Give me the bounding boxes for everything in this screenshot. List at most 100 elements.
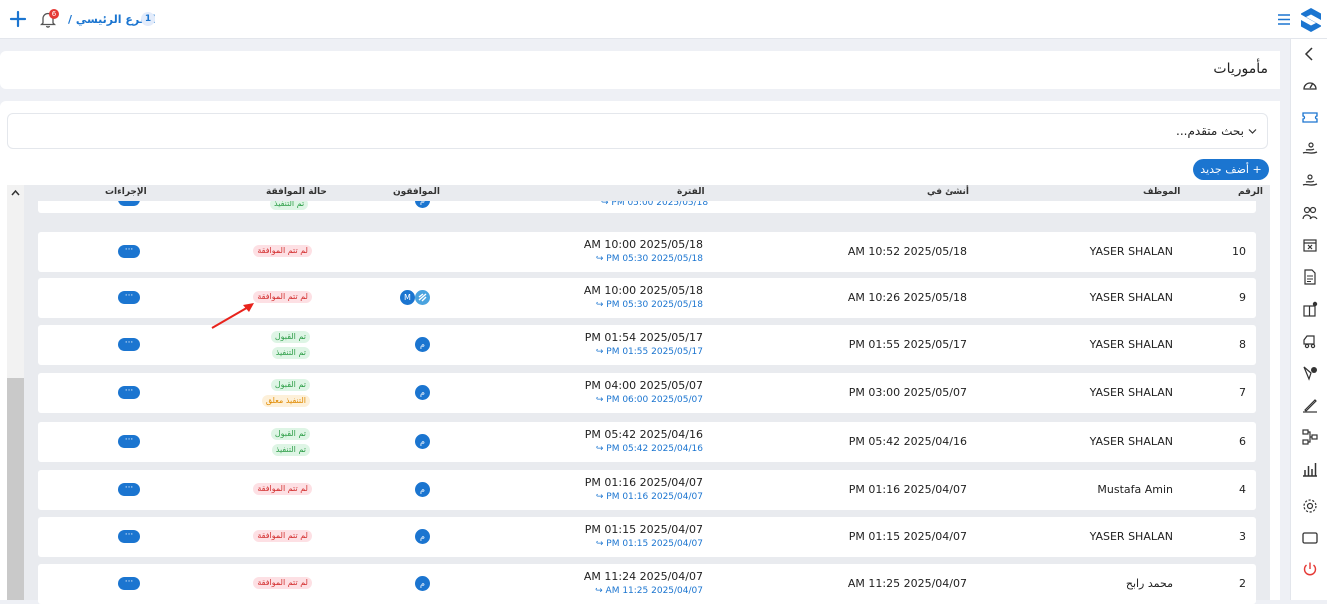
approver-avatar[interactable]: م bbox=[415, 529, 430, 544]
hand-coins-icon[interactable] bbox=[1302, 173, 1318, 189]
header-period[interactable]: الفترة bbox=[677, 187, 705, 197]
scrollbar-thumb[interactable] bbox=[7, 378, 24, 600]
gear-icon[interactable] bbox=[1302, 498, 1318, 514]
status-badge: لم تتم الموافقة bbox=[253, 291, 312, 303]
actions-button[interactable]: ··· bbox=[118, 291, 140, 304]
table-header: الرقم الموظف أنشئ في الفترة الموافقون حا… bbox=[37, 185, 1270, 201]
status-badge: التنفيذ معلق bbox=[261, 395, 310, 407]
status-badge: لم تتم الموافقة bbox=[253, 483, 312, 495]
cell-number: 10 bbox=[1232, 245, 1246, 258]
actions-button[interactable]: ··· bbox=[118, 530, 140, 543]
header-approval-status: حالة الموافقة bbox=[266, 187, 327, 197]
table-row[interactable]: 8 YASER SHALAN PM 01:55 2025/05/17 PM 01:54… bbox=[38, 325, 1256, 365]
actions-button[interactable]: ··· bbox=[118, 338, 140, 351]
table-row[interactable]: 2 محمد رابح AM 11:25 2025/04/07 AM 11:24 20… bbox=[38, 564, 1256, 604]
table-row[interactable]: 6 YASER SHALAN PM 05:42 2025/04/16 PM 05:42… bbox=[38, 422, 1256, 462]
approver-avatar[interactable]: م bbox=[415, 576, 430, 591]
app-logo-icon bbox=[1301, 8, 1321, 32]
header-created[interactable]: أنشئ في bbox=[927, 187, 969, 197]
approver-avatar[interactable]: م bbox=[415, 337, 430, 352]
cell-number: 3 bbox=[1239, 530, 1246, 543]
chevron-up-icon[interactable] bbox=[11, 189, 20, 196]
status-badge: تم القبول bbox=[270, 331, 310, 343]
table-row[interactable]: 10 YASER SHALAN AM 10:52 2025/05/18 AM 10:0… bbox=[38, 232, 1256, 272]
users-icon[interactable] bbox=[1302, 205, 1318, 221]
breadcrumb-number: 1 bbox=[141, 12, 155, 26]
table-row[interactable]: 3 YASER SHALAN PM 01:15 2025/04/07 PM 01:15… bbox=[38, 517, 1256, 557]
actions-button[interactable]: ··· bbox=[118, 577, 140, 590]
data-table: الرقم الموظف أنشئ في الفترة الموافقون حا… bbox=[7, 185, 1270, 604]
approver-avatar[interactable]: م bbox=[415, 385, 430, 400]
calendar-x-icon[interactable] bbox=[1302, 237, 1318, 253]
power-icon[interactable] bbox=[1302, 561, 1318, 577]
window-icon[interactable] bbox=[1302, 530, 1318, 546]
approver-avatar[interactable]: M bbox=[400, 290, 415, 305]
status-badge: تم القبول bbox=[270, 379, 310, 391]
approver-avatar[interactable]: م bbox=[415, 434, 430, 449]
cell-period-start: PM 04:00 2025/05/07 bbox=[584, 379, 703, 392]
cell-period-end: ↪ AM 11:25 2025/04/07 bbox=[595, 586, 703, 596]
cell-period-start: AM 10:00 2025/05/18 bbox=[583, 238, 703, 251]
cell-employee: YASER SHALAN bbox=[1089, 338, 1173, 351]
actions-button[interactable]: ··· bbox=[118, 386, 140, 399]
bar-chart-icon[interactable] bbox=[1302, 461, 1318, 477]
status-badge: تم التنفيذ bbox=[271, 347, 310, 359]
cell-number: 6 bbox=[1239, 435, 1246, 448]
cell-created: AM 11:25 2025/04/07 bbox=[847, 577, 967, 590]
actions-button[interactable]: ··· bbox=[118, 245, 140, 258]
actions-button[interactable]: ··· bbox=[118, 483, 140, 496]
status-badge: لم تتم الموافقة bbox=[253, 530, 312, 542]
cell-created: PM 03:00 2025/05/07 bbox=[848, 386, 967, 399]
hand-money-icon[interactable] bbox=[1302, 141, 1318, 157]
status-badge: لم تتم الموافقة bbox=[253, 245, 312, 257]
cell-number: 2 bbox=[1239, 577, 1246, 590]
status-badge: تم التنفيذ bbox=[271, 444, 310, 456]
car-icon[interactable] bbox=[1302, 333, 1318, 349]
annotation-arrow-icon bbox=[211, 303, 254, 329]
cell-period-end: ↪ PM 06:00 2025/05/07 bbox=[595, 395, 703, 405]
header-approvers: الموافقون bbox=[393, 187, 440, 197]
advanced-search-toggle[interactable]: بحث متقدم... bbox=[7, 113, 1268, 149]
cell-period-start: PM 01:15 2025/04/07 bbox=[584, 523, 703, 536]
status-badge: لم تتم الموافقة bbox=[253, 577, 312, 589]
header-employee[interactable]: الموظف bbox=[1143, 187, 1180, 197]
table-row[interactable]: 4 Mustafa Amin PM 01:16 2025/04/07 PM 01:16… bbox=[38, 470, 1256, 510]
menu-icon[interactable] bbox=[1278, 14, 1290, 25]
header-actions: الإجراءات bbox=[105, 187, 147, 197]
collapse-chevron-icon[interactable] bbox=[1302, 46, 1318, 62]
cell-created: PM 01:55 2025/05/17 bbox=[848, 338, 967, 351]
box-plus-icon[interactable] bbox=[1302, 301, 1318, 317]
cell-employee: YASER SHALAN bbox=[1089, 435, 1173, 448]
dashboard-gauge-icon[interactable] bbox=[1302, 77, 1318, 93]
add-new-button[interactable]: + أضف جديد bbox=[1193, 159, 1269, 180]
cell-period-end: ↪ PM 05:30 2025/05/18 bbox=[595, 300, 703, 310]
ticket-icon[interactable] bbox=[1302, 109, 1318, 125]
cell-period-end: ↪ PM 05:30 2025/05/18 bbox=[595, 254, 703, 264]
vertical-scrollbar[interactable] bbox=[7, 185, 24, 600]
cell-employee: Mustafa Amin bbox=[1097, 483, 1173, 496]
cell-created: AM 10:26 2025/05/18 bbox=[847, 291, 967, 304]
cell-number: 9 bbox=[1239, 291, 1246, 304]
cell-created: PM 01:15 2025/04/07 bbox=[848, 530, 967, 543]
document-icon[interactable] bbox=[1302, 269, 1318, 285]
cell-created: AM 10:52 2025/05/18 bbox=[847, 245, 967, 258]
cell-period-start: PM 01:54 2025/05/17 bbox=[584, 331, 703, 344]
signature-pen-icon[interactable] bbox=[1302, 397, 1318, 413]
verified-pen-icon[interactable] bbox=[1302, 365, 1318, 381]
cell-period-end: ↪ PM 05:42 2025/04/16 bbox=[595, 444, 703, 454]
table-row[interactable]: 7 YASER SHALAN PM 03:00 2025/05/07 PM 04:00… bbox=[38, 373, 1256, 413]
cell-number: 8 bbox=[1239, 338, 1246, 351]
page-title: مأموريات bbox=[1213, 61, 1268, 77]
advanced-search-label: بحث متقدم... bbox=[1176, 124, 1244, 138]
cell-period-end: ↪ PM 01:55 2025/05/17 bbox=[595, 347, 703, 357]
approver-avatar[interactable]: م bbox=[415, 482, 430, 497]
cell-employee: YASER SHALAN bbox=[1089, 245, 1173, 258]
actions-button[interactable]: ··· bbox=[118, 435, 140, 448]
workflow-icon[interactable] bbox=[1302, 429, 1318, 445]
cell-period-start: AM 11:24 2025/04/07 bbox=[583, 570, 703, 583]
approver-logo-avatar[interactable] bbox=[415, 290, 430, 305]
plus-icon[interactable] bbox=[9, 10, 27, 28]
cell-created: PM 01:16 2025/04/07 bbox=[848, 483, 967, 496]
header-number: الرقم bbox=[1237, 187, 1263, 197]
cell-period-end: ↪ PM 01:16 2025/04/07 bbox=[595, 492, 703, 502]
